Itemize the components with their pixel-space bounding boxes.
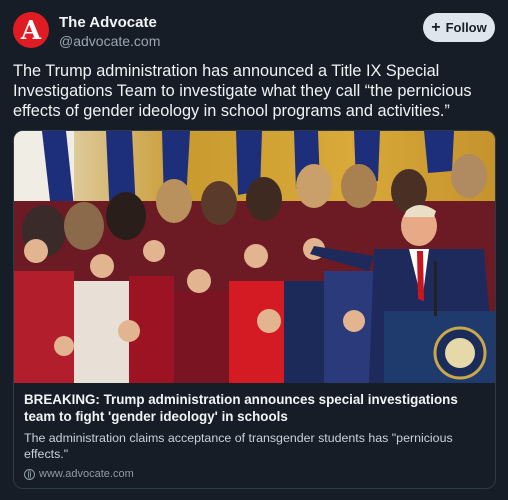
link-card-description: The administration claims acceptance of … xyxy=(24,431,453,461)
author-handle[interactable]: @advocate.com xyxy=(59,33,160,49)
event-photo xyxy=(14,131,495,383)
globe-icon xyxy=(24,468,35,480)
plus-icon: + xyxy=(431,18,441,36)
link-card-image[interactable] xyxy=(14,131,495,383)
post-text: The Trump administration has announced a… xyxy=(13,62,472,120)
author-name[interactable]: The Advocate xyxy=(59,14,157,31)
link-card-domain[interactable]: www.advocate.com xyxy=(24,468,134,480)
link-card-title[interactable]: BREAKING: Trump administration announces… xyxy=(24,391,486,425)
post-header: A The Advocate @advocate.com + Follow xyxy=(13,12,495,52)
link-card[interactable]: BREAKING: Trump administration announces… xyxy=(13,130,496,489)
link-card-domain-text: www.advocate.com xyxy=(39,468,134,480)
follow-button[interactable]: + Follow xyxy=(423,13,495,42)
avatar-letter: A xyxy=(20,15,42,46)
follow-label: Follow xyxy=(445,20,487,35)
avatar[interactable]: A xyxy=(13,12,49,48)
